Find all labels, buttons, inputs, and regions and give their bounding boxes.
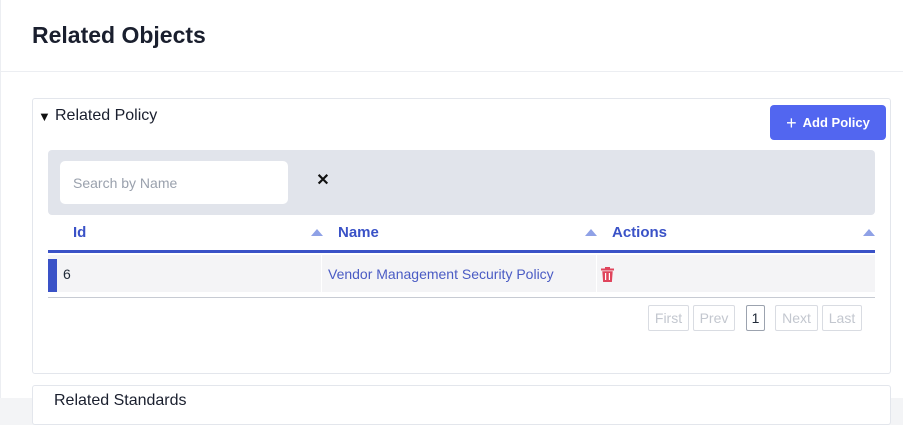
related-standards-title[interactable]: Related Standards [54, 392, 187, 410]
related-standards-panel: Related Standards [32, 385, 891, 425]
cell-name-link[interactable]: Vendor Management Security Policy [328, 255, 554, 292]
clear-search-icon[interactable]: ✕ [314, 170, 332, 192]
pagination-last-button[interactable]: Last [822, 305, 862, 331]
pagination-prev-button[interactable]: Prev [693, 305, 735, 331]
plus-icon: + [786, 112, 797, 133]
add-policy-button[interactable]: + Add Policy [770, 105, 886, 140]
pagination-next-button[interactable]: Next [775, 305, 818, 331]
related-policy-title: Related Policy [55, 107, 158, 124]
table-bottom-rule [48, 297, 875, 298]
sort-id-icon[interactable] [311, 229, 323, 236]
row-selection-marker [48, 259, 57, 292]
related-policy-toggle[interactable]: ▼ Related Policy [38, 107, 157, 125]
pagination-page-1[interactable]: 1 [746, 305, 765, 331]
search-by-name-input[interactable] [60, 161, 288, 204]
table-row[interactable]: 6 Vendor Management Security Policy [48, 255, 875, 292]
page-title: Related Objects [32, 22, 206, 48]
cell-divider [321, 255, 322, 292]
sort-name-icon[interactable] [585, 229, 597, 236]
filter-bar: ✕ [48, 150, 875, 215]
column-header-actions[interactable]: Actions [612, 217, 667, 250]
column-header-name[interactable]: Name [338, 217, 379, 250]
caret-down-icon: ▼ [38, 108, 51, 124]
cell-divider [596, 255, 597, 292]
column-header-id[interactable]: Id [73, 217, 86, 250]
related-policy-table: Id Name Actions 6 Vendor Management Secu… [48, 217, 875, 331]
sort-actions-icon[interactable] [863, 229, 875, 236]
pagination-first-button[interactable]: First [648, 305, 689, 331]
cell-id: 6 [63, 266, 71, 282]
related-policy-panel: ▼ Related Policy + Add Policy ✕ Id Name … [32, 98, 891, 374]
page: Related Objects ▼ Related Policy + Add P… [0, 0, 903, 425]
page-header: Related Objects [1, 0, 903, 72]
add-policy-label: Add Policy [802, 115, 870, 130]
table-header: Id Name Actions [48, 217, 875, 253]
trash-icon[interactable] [601, 267, 614, 282]
